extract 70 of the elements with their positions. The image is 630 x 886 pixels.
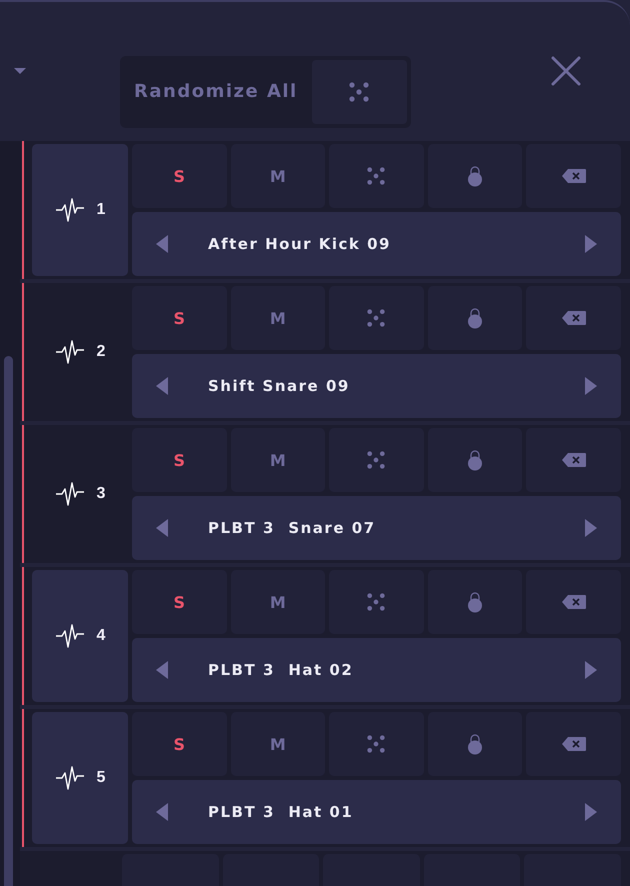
clear-button[interactable]	[526, 712, 621, 776]
dice-icon	[366, 451, 386, 469]
sample-selector[interactable]: After Hour Kick 09	[132, 212, 621, 276]
next-arrow-icon[interactable]	[585, 235, 597, 253]
previous-arrow-icon[interactable]	[156, 235, 168, 253]
sample-selector[interactable]: Shift Snare 09	[132, 354, 621, 418]
sample-name: PLBT 3 Snare 07	[208, 519, 377, 537]
sample-name: PLBT 3 Hat 01	[208, 803, 354, 821]
clear-button[interactable]	[526, 286, 621, 350]
sample-name: PLBT 3 Hat 02	[208, 661, 354, 679]
track-pad[interactable]: 4	[32, 570, 128, 702]
waveform-icon	[54, 339, 85, 365]
previous-arrow-icon[interactable]	[156, 661, 168, 679]
track-pad[interactable]: 5	[32, 712, 128, 844]
lock-button[interactable]	[428, 712, 522, 776]
next-arrow-icon[interactable]	[585, 661, 597, 679]
solo-button[interactable]: S	[132, 428, 227, 492]
solo-button[interactable]: S	[132, 286, 227, 350]
scrollbar[interactable]	[4, 356, 13, 886]
track-pad[interactable]: 2	[32, 286, 128, 418]
sample-name: After Hour Kick 09	[208, 235, 392, 253]
clear-button[interactable]	[526, 570, 621, 634]
next-arrow-icon[interactable]	[585, 519, 597, 537]
close-icon[interactable]	[551, 56, 581, 86]
lock-icon	[467, 307, 484, 329]
backspace-icon	[562, 737, 586, 751]
previous-arrow-icon[interactable]	[156, 803, 168, 821]
dice-icon	[366, 167, 386, 185]
dice-icon	[366, 593, 386, 611]
lock-icon	[467, 591, 484, 613]
sample-name: Shift Snare 09	[208, 377, 351, 395]
mute-button[interactable]: M	[230, 286, 326, 350]
backspace-icon	[562, 169, 586, 183]
track-pad[interactable]: 1	[32, 144, 128, 276]
dice-icon	[348, 82, 370, 102]
previous-arrow-icon[interactable]	[156, 377, 168, 395]
solo-button[interactable]: S	[132, 570, 227, 634]
mute-button[interactable]: M	[230, 570, 326, 634]
dropdown-caret-icon[interactable]	[13, 66, 27, 74]
waveform-icon	[54, 765, 85, 791]
lock-button[interactable]	[428, 286, 522, 350]
sample-selector[interactable]: PLBT 3 Hat 02	[132, 638, 621, 702]
dice-icon	[366, 309, 386, 327]
sample-selector[interactable]: PLBT 3 Snare 07	[132, 496, 621, 560]
lock-icon	[467, 165, 484, 187]
clear-button[interactable]	[526, 428, 621, 492]
next-arrow-icon[interactable]	[585, 377, 597, 395]
lock-button[interactable]	[428, 144, 522, 208]
backspace-icon	[562, 595, 586, 609]
lock-button[interactable]	[428, 428, 522, 492]
solo-button[interactable]: S	[132, 712, 227, 776]
waveform-icon	[54, 623, 85, 649]
clear-button[interactable]	[526, 144, 621, 208]
lock-button[interactable]	[428, 570, 522, 634]
backspace-icon	[562, 453, 586, 467]
next-arrow-icon[interactable]	[585, 803, 597, 821]
previous-arrow-icon[interactable]	[156, 519, 168, 537]
waveform-icon	[54, 481, 85, 507]
waveform-icon	[54, 197, 85, 223]
solo-button[interactable]: S	[132, 144, 227, 208]
sample-selector[interactable]: PLBT 3 Hat 01	[132, 780, 621, 844]
lock-icon	[467, 449, 484, 471]
lock-icon	[467, 733, 484, 755]
backspace-icon	[562, 311, 586, 325]
randomize-all-button[interactable]: Randomize All	[124, 60, 312, 124]
mute-button[interactable]: M	[230, 428, 326, 492]
track-pad[interactable]: 3	[32, 428, 128, 560]
mute-button[interactable]: M	[230, 712, 326, 776]
mute-button[interactable]: M	[230, 144, 326, 208]
dice-icon	[366, 735, 386, 753]
